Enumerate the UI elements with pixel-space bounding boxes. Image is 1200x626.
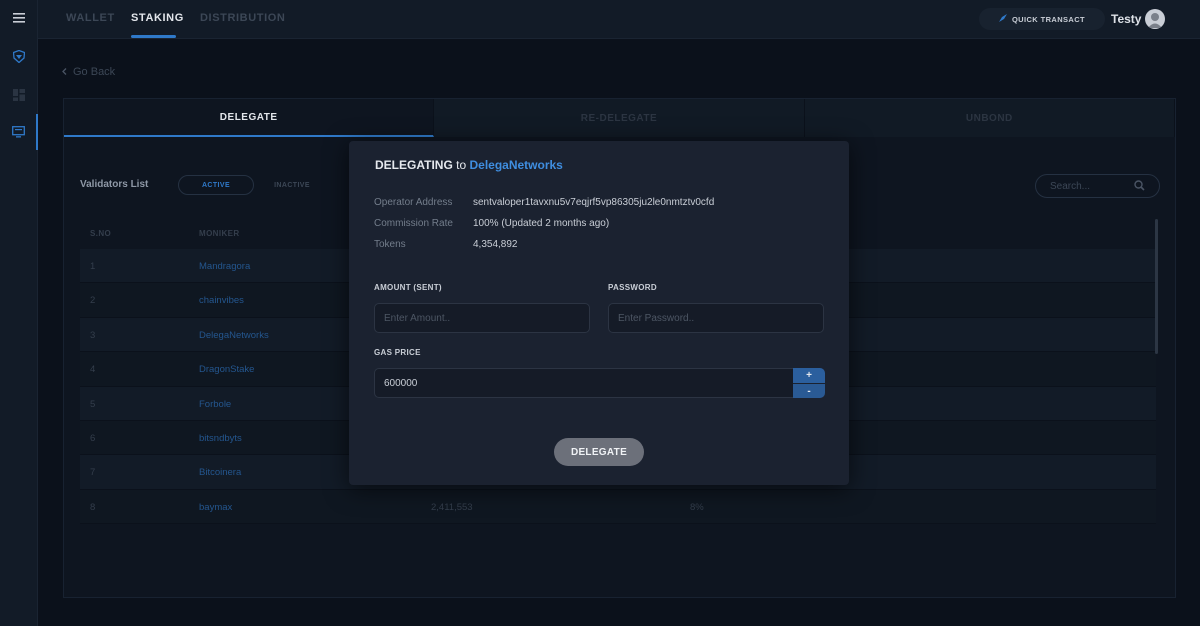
- user-icon: [1145, 13, 1165, 29]
- info-value: sentvaloper1tavxnu5v7eqjrf5vp86305ju2le0…: [473, 197, 715, 208]
- search-box[interactable]: Search...: [1035, 174, 1160, 198]
- filter-inactive-button[interactable]: INACTIVE: [264, 175, 320, 195]
- modal-title-to: to: [456, 158, 467, 172]
- row-sno: 3: [90, 329, 96, 341]
- top-bar: WALLET STAKING DISTRIBUTION QUICK TRANSA…: [38, 0, 1200, 39]
- tab-distribution[interactable]: DISTRIBUTION: [200, 12, 285, 24]
- hamburger-icon: [13, 13, 25, 23]
- tab-re-delegate[interactable]: RE-DELEGATE: [434, 99, 805, 137]
- amount-input[interactable]: Enter Amount..: [374, 303, 590, 333]
- decrement-button[interactable]: -: [793, 383, 825, 398]
- gas-price-input[interactable]: 600000: [374, 368, 795, 398]
- delegate-modal: DELEGATING to DelegaNetworks Operator Ad…: [349, 141, 849, 485]
- row-moniker[interactable]: bitsndbyts: [199, 433, 242, 444]
- shield-icon: [13, 49, 25, 63]
- row-sno: 8: [90, 501, 96, 513]
- operation-tabs: DELEGATE RE-DELEGATE UNBOND: [64, 99, 1175, 137]
- left-nav-rail: [0, 0, 38, 626]
- row-sno: 2: [90, 295, 96, 307]
- go-back-link[interactable]: Go Back: [62, 66, 115, 78]
- go-back-label: Go Back: [73, 66, 116, 78]
- gas-price-label: GAS PRICE: [374, 348, 421, 357]
- row-sno: 1: [90, 261, 96, 272]
- quick-transact-label: QUICK TRANSACT: [1011, 14, 1086, 24]
- row-moniker[interactable]: baymax: [199, 502, 232, 513]
- modal-title-prefix: DELEGATING: [375, 158, 453, 172]
- gas-price-stepper: + -: [793, 368, 825, 398]
- row-moniker[interactable]: Forbole: [199, 399, 231, 410]
- table-row[interactable]: 8 baymax 2,411,553 8%: [80, 489, 1156, 525]
- amount-label: AMOUNT (SENT): [374, 283, 442, 292]
- monitor-icon: [11, 126, 25, 138]
- row-moniker[interactable]: DelegaNetworks: [199, 330, 269, 341]
- active-tab-indicator: [131, 35, 176, 38]
- search-input[interactable]: Search...: [1050, 181, 1090, 192]
- info-value: 4,354,892: [473, 239, 518, 250]
- password-label: PASSWORD: [608, 283, 657, 292]
- validators-list-title: Validators List: [80, 179, 149, 190]
- row-moniker[interactable]: chainvibes: [199, 295, 244, 306]
- modal-validator-name: DelegaNetworks: [469, 158, 563, 172]
- info-key: Operator Address: [374, 197, 453, 208]
- row-sno: 7: [90, 467, 96, 479]
- row-tokens: 2,411,553: [431, 501, 473, 513]
- info-key: Commission Rate: [374, 218, 453, 229]
- tab-staking[interactable]: STAKING: [131, 12, 184, 24]
- menu-button[interactable]: [0, 0, 38, 36]
- info-value: 100% (Updated 2 months ago): [473, 218, 610, 229]
- row-commission: 8%: [690, 501, 704, 513]
- dashboard-icon: [13, 89, 25, 101]
- avatar[interactable]: [1145, 9, 1165, 29]
- password-input[interactable]: Enter Password..: [608, 303, 824, 333]
- tab-delegate[interactable]: DELEGATE: [64, 99, 435, 137]
- table-scrollbar[interactable]: [1155, 219, 1158, 354]
- nav-item-staking[interactable]: [0, 114, 38, 150]
- row-moniker[interactable]: DragonStake: [199, 364, 254, 375]
- row-moniker[interactable]: Bitcoinera: [199, 467, 241, 478]
- tab-wallet[interactable]: WALLET: [66, 12, 115, 24]
- send-icon: [998, 14, 1007, 24]
- delegate-submit-button[interactable]: DELEGATE: [554, 438, 644, 466]
- nav-item-wallet[interactable]: [0, 38, 38, 74]
- search-icon: [1134, 180, 1145, 194]
- row-moniker[interactable]: Mandragora: [199, 261, 250, 272]
- nav-item-dashboard[interactable]: [0, 77, 38, 113]
- row-sno: 6: [90, 432, 96, 444]
- header-sno[interactable]: S.NO: [90, 229, 111, 238]
- filter-active-button[interactable]: ACTIVE: [178, 175, 254, 195]
- tab-unbond[interactable]: UNBOND: [804, 99, 1175, 137]
- modal-title: DELEGATING to DelegaNetworks: [375, 158, 563, 172]
- quick-transact-button[interactable]: QUICK TRANSACT: [979, 8, 1105, 30]
- chevron-left-icon: [62, 66, 67, 78]
- info-key: Tokens: [374, 239, 406, 250]
- row-sno: 5: [90, 398, 96, 410]
- increment-button[interactable]: +: [793, 368, 825, 383]
- header-moniker[interactable]: MONIKER: [199, 229, 240, 238]
- user-name[interactable]: Testy: [1111, 12, 1141, 26]
- row-sno: 4: [90, 364, 96, 376]
